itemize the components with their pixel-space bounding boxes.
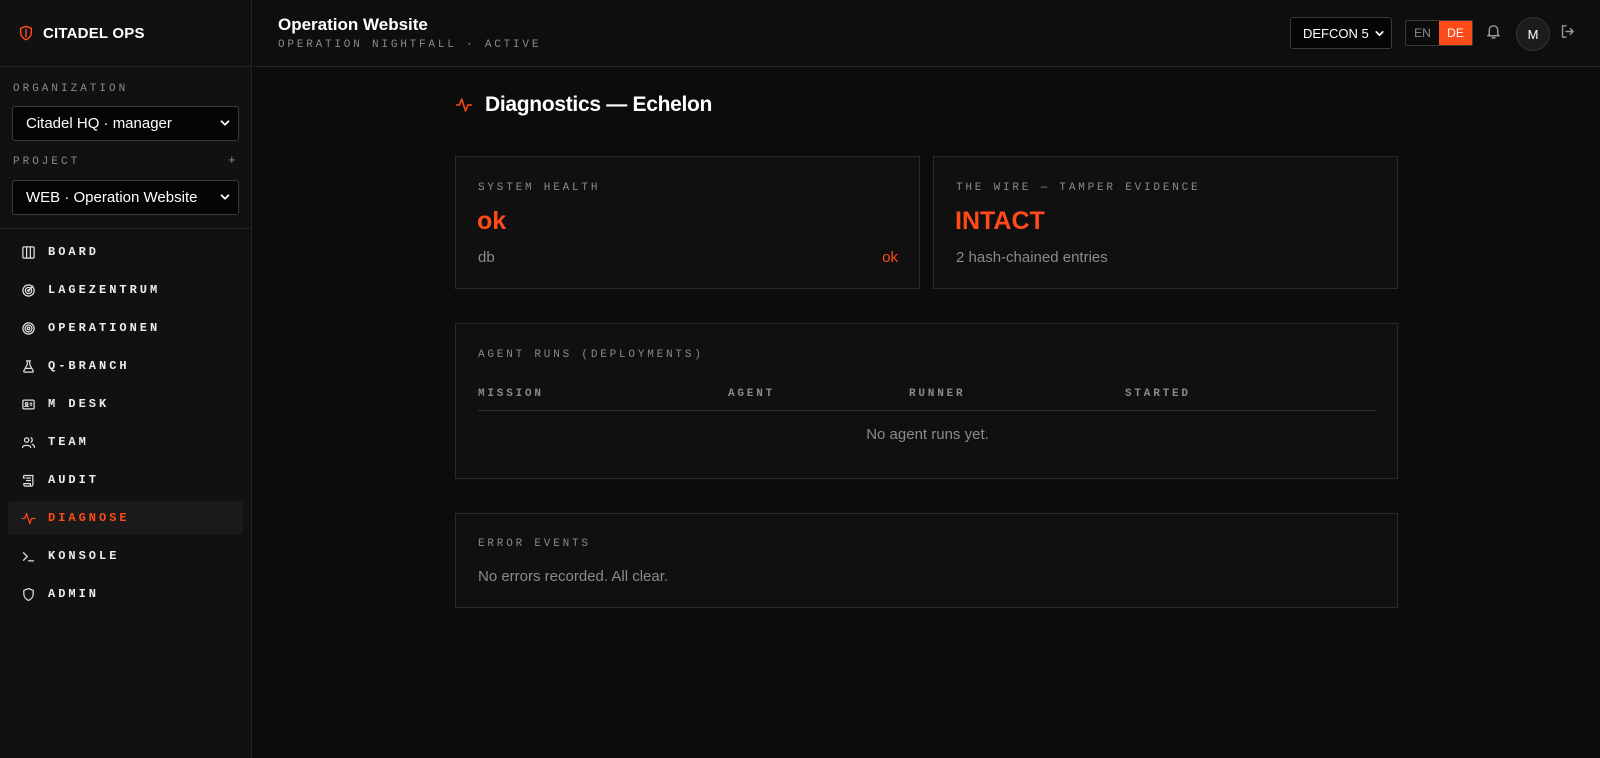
sidebar-item-label: BOARD xyxy=(48,245,100,259)
language-de-button[interactable]: DE xyxy=(1439,21,1472,45)
defcon-select-value: DEFCON 5 xyxy=(1303,25,1369,41)
page-title-text: Diagnostics — Echelon xyxy=(485,93,713,116)
target-icon xyxy=(22,321,35,335)
activity-icon xyxy=(21,512,36,524)
sidebar-item-label: ADMIN xyxy=(48,587,100,601)
activity-icon xyxy=(455,98,473,112)
system-health-card: SYSTEM HEALTH ok db ok xyxy=(455,156,920,289)
project-label: PROJECT xyxy=(13,156,81,168)
error-events-label: ERROR EVENTS xyxy=(478,538,591,550)
sidebar-item-team[interactable]: TEAM xyxy=(8,425,243,459)
board-columns-icon xyxy=(22,245,35,259)
sidebar-item-label: OPERATIONEN xyxy=(48,321,161,335)
organization-label: ORGANIZATION xyxy=(13,83,129,95)
users-icon xyxy=(21,436,36,448)
avatar[interactable]: M xyxy=(1516,17,1550,51)
organization-select-value: Citadel HQ · manager xyxy=(26,115,172,132)
db-status: ok xyxy=(882,249,898,266)
project-select-value: WEB · Operation Website xyxy=(26,189,198,206)
chevron-down-icon xyxy=(220,194,230,200)
defcon-select[interactable]: DEFCON 5 xyxy=(1290,17,1392,49)
hash-chain-entries: 2 hash-chained entries xyxy=(956,249,1108,266)
sidebar-nav: BOARD LAGEZENTRUM OPERATIONEN Q-BRANCH M… xyxy=(8,235,243,615)
system-health-label: SYSTEM HEALTH xyxy=(478,182,601,194)
top-header: Operation Website OPERATION NIGHTFALL · … xyxy=(253,0,1600,67)
chevron-down-icon xyxy=(220,120,230,126)
sidebar-item-label: M DESK xyxy=(48,397,110,411)
sidebar-item-board[interactable]: BOARD xyxy=(8,235,243,269)
language-en-button[interactable]: EN xyxy=(1406,21,1439,45)
sidebar-item-operationen[interactable]: OPERATIONEN xyxy=(8,311,243,345)
add-project-button[interactable]: + xyxy=(228,152,236,167)
sidebar-item-konsole[interactable]: KONSOLE xyxy=(8,539,243,573)
sidebar-item-q-branch[interactable]: Q-BRANCH xyxy=(8,349,243,383)
sidebar-item-label: DIAGNOSE xyxy=(48,511,130,525)
operation-subtitle: OPERATION NIGHTFALL · ACTIVE xyxy=(278,39,542,51)
system-health-status: ok xyxy=(477,207,507,235)
page-title: Diagnostics — Echelon xyxy=(455,93,712,117)
id-card-icon xyxy=(22,399,35,409)
organization-select[interactable]: Citadel HQ · manager xyxy=(12,106,239,141)
error-events-card: ERROR EVENTS No errors recorded. All cle… xyxy=(455,513,1398,608)
sidebar-item-audit[interactable]: AUDIT xyxy=(8,463,243,497)
bell-icon[interactable] xyxy=(1485,23,1502,40)
logout-icon[interactable] xyxy=(1559,23,1576,40)
sidebar-divider xyxy=(0,228,252,229)
sidebar-item-diagnose[interactable]: DIAGNOSE xyxy=(8,501,243,535)
agent-runs-label: AGENT RUNS (DEPLOYMENTS) xyxy=(478,349,704,361)
shield-logo-icon xyxy=(19,25,33,41)
tamper-evidence-label: THE WIRE — TAMPER EVIDENCE xyxy=(956,182,1201,194)
sidebar-item-label: Q-BRANCH xyxy=(48,359,130,373)
sidebar-item-m-desk[interactable]: M DESK xyxy=(8,387,243,421)
tamper-evidence-status: INTACT xyxy=(955,207,1045,235)
table-divider xyxy=(478,410,1377,411)
sidebar: CITADEL OPS ORGANIZATION Citadel HQ · ma… xyxy=(0,0,252,758)
db-label: db xyxy=(478,249,495,266)
chevron-down-icon xyxy=(1375,31,1384,36)
language-toggle: EN DE xyxy=(1405,20,1473,46)
sidebar-item-label: TEAM xyxy=(48,435,89,449)
column-header-agent: AGENT xyxy=(728,388,776,400)
project-select[interactable]: WEB · Operation Website xyxy=(12,180,239,215)
column-header-runner: RUNNER xyxy=(909,388,966,400)
brand[interactable]: CITADEL OPS xyxy=(0,0,251,67)
sidebar-item-label: KONSOLE xyxy=(48,549,120,563)
column-header-started: STARTED xyxy=(1125,388,1191,400)
error-events-empty-state: No errors recorded. All clear. xyxy=(478,568,669,585)
column-header-mission: MISSION xyxy=(478,388,544,400)
project-title: Operation Website xyxy=(278,15,428,34)
shield-icon xyxy=(23,587,34,601)
sidebar-item-label: LAGEZENTRUM xyxy=(48,283,161,297)
sidebar-item-lagezentrum[interactable]: LAGEZENTRUM xyxy=(8,273,243,307)
radar-icon xyxy=(22,283,35,297)
tamper-evidence-card: THE WIRE — TAMPER EVIDENCE INTACT 2 hash… xyxy=(933,156,1398,289)
agent-runs-empty-state: No agent runs yet. xyxy=(866,426,989,443)
terminal-icon xyxy=(22,551,35,561)
sidebar-item-label: AUDIT xyxy=(48,473,100,487)
scroll-icon xyxy=(22,474,34,487)
sidebar-item-admin[interactable]: ADMIN xyxy=(8,577,243,611)
flask-icon xyxy=(23,359,34,373)
agent-runs-card: AGENT RUNS (DEPLOYMENTS) MISSION AGENT R… xyxy=(455,323,1398,479)
app-name: CITADEL OPS xyxy=(43,24,145,42)
